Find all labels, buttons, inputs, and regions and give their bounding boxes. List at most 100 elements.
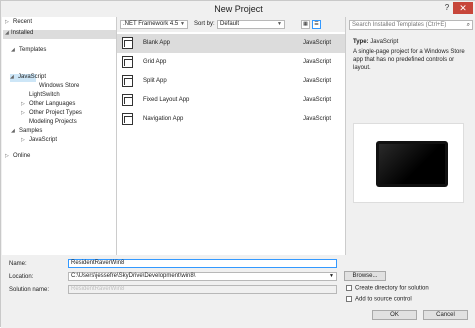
tree-item-modeling-projects[interactable]: Modeling Projects [29,119,77,125]
tree-label: Installed [11,30,34,36]
expand-arrow-icon[interactable]: ▷ [5,19,13,25]
title-bar: New Project ? ✕ [1,1,475,17]
collapse-arrow-icon[interactable]: ◢ [10,74,18,80]
expand-arrow-icon[interactable]: ▷ [5,153,13,159]
tablet-preview-image [376,141,448,187]
template-name: Split App [143,78,167,84]
tree-label: LightSwitch [29,92,60,98]
tree-label: Other Project Types [29,110,82,116]
location-label: Location: [9,274,34,280]
tree-label: Other Languages [29,101,76,107]
expand-arrow-icon[interactable]: ▷ [21,110,29,116]
tablet-screen [379,144,445,184]
template-preview [353,123,464,203]
template-language: JavaScript [303,40,332,46]
tree-item-samples-javascript[interactable]: ▷ JavaScript [21,137,57,143]
checkbox-label: Create directory for solution [355,285,429,292]
project-settings-form: Name: ResidentRaverWin8 Location: C:\Use… [1,255,475,328]
template-type: Type: JavaScript [353,39,398,45]
template-row-split-app[interactable]: Split App JavaScript [117,72,345,91]
collapse-arrow-icon[interactable]: ◢ [3,30,11,36]
sort-label: Sort by: [194,21,215,27]
tree-item-lightswitch[interactable]: LightSwitch [29,92,60,98]
chevron-down-icon: ▼ [180,21,185,27]
search-templates-input[interactable]: Search Installed Templates (Ctrl+E) ⌕ [349,20,473,30]
tree-label: Samples [19,128,43,134]
create-directory-checkbox[interactable]: Create directory for solution [346,285,429,292]
tree-label: JavaScript [18,74,47,80]
collapse-arrow-icon[interactable]: ◢ [11,47,19,53]
collapse-arrow-icon[interactable]: ◢ [11,128,19,134]
blank-app-icon [122,37,133,49]
template-name: Fixed Layout App [143,97,190,103]
grid-view-icon: ▦ [303,21,308,27]
template-name: Blank App [143,40,171,46]
expand-arrow-icon[interactable]: ▷ [21,101,29,107]
template-name: Navigation App [143,116,184,122]
search-placeholder: Search Installed Templates (Ctrl+E) [352,22,447,28]
sort-dropdown[interactable]: Default ▼ [217,20,285,29]
tree-item-samples[interactable]: ◢ Samples [11,128,42,134]
template-toolbar: .NET Framework 4.5 ▼ Sort by: Default ▼ ▦ … [117,17,345,32]
split-app-icon [122,75,133,87]
type-label: Type: [353,39,369,45]
template-row-blank-app[interactable]: Blank App JavaScript [117,34,345,53]
solution-name-label: Solution name: [9,287,50,293]
tree-item-windows-store[interactable]: Windows Store [39,83,79,89]
template-language: JavaScript [303,116,332,122]
template-row-fixed-layout-app[interactable]: Fixed Layout App JavaScript [117,91,345,110]
list-view-icon: ☰ [314,21,319,27]
framework-dropdown[interactable]: .NET Framework 4.5 ▼ [120,20,188,29]
checkbox-box[interactable] [346,285,352,291]
dialog-title: New Project [214,4,263,14]
tree-item-recent[interactable]: ▷ Recent [5,19,32,25]
type-value: JavaScript [370,39,399,45]
template-name: Grid App [143,59,167,65]
framework-value: .NET Framework 4.5 [123,21,179,27]
cancel-button[interactable]: Cancel [423,310,468,320]
tree-label: Windows Store [39,83,80,89]
tree-label: Recent [13,19,33,25]
grid-app-icon [122,56,133,68]
solution-name-input[interactable]: ResidentRaverWin8 [68,285,337,294]
tree-item-other-languages[interactable]: ▷ Other Languages [21,101,75,107]
tree-label: Online [13,153,31,159]
template-row-navigation-app[interactable]: Navigation App JavaScript [117,110,345,129]
tree-item-online[interactable]: ▷ Online [5,153,30,159]
help-button[interactable]: ? [441,2,453,14]
checkbox-label: Add to source control [355,296,412,303]
add-source-control-checkbox[interactable]: Add to source control [346,296,412,303]
name-label: Name: [9,261,27,267]
tree-label: Modeling Projects [29,119,77,125]
sort-value: Default [220,21,240,27]
template-list: Blank App JavaScript Grid App JavaScript… [117,32,345,255]
tree-label: Templates [19,47,47,53]
tree-item-installed[interactable]: ◢ Installed [3,30,116,39]
browse-button[interactable]: Browse... [344,271,386,281]
expand-arrow-icon[interactable]: ▷ [21,137,29,143]
template-row-grid-app[interactable]: Grid App JavaScript [117,53,345,72]
new-project-dialog: New Project ? ✕ ▷ Recent ◢ Installed ◢ Temp… [0,0,475,328]
tree-label: JavaScript [29,137,58,143]
location-input[interactable]: C:\Users\jessefre\SkyDrive\Development\w… [68,272,337,281]
tree-item-other-project-types[interactable]: ▷ Other Project Types [21,110,82,116]
list-view-button[interactable]: ☰ [312,20,321,29]
navigation-app-icon [122,113,133,125]
template-category-tree: ▷ Recent ◢ Installed ◢ Templates ◢ JavaScrip… [2,17,117,255]
template-language: JavaScript [303,97,332,103]
ok-button[interactable]: OK [372,310,417,320]
template-details-pane: Search Installed Templates (Ctrl+E) ⌕ Ty… [345,17,475,255]
chevron-down-icon: ▼ [277,21,282,27]
search-icon[interactable]: ⌕ [467,21,470,29]
chevron-down-icon[interactable]: ▼ [329,273,334,280]
template-language: JavaScript [303,59,332,65]
tree-item-javascript[interactable]: ◢ JavaScript [10,74,46,82]
close-button[interactable]: ✕ [453,2,473,14]
template-description: A single-page project for a Windows Stor… [353,49,465,71]
checkbox-box[interactable] [346,296,352,302]
template-language: JavaScript [303,78,332,84]
project-name-input[interactable]: ResidentRaverWin8 [68,259,337,268]
small-icons-view-button[interactable]: ▦ [301,20,310,29]
fixed-layout-app-icon [122,94,133,106]
tree-item-templates[interactable]: ◢ Templates [11,47,46,53]
